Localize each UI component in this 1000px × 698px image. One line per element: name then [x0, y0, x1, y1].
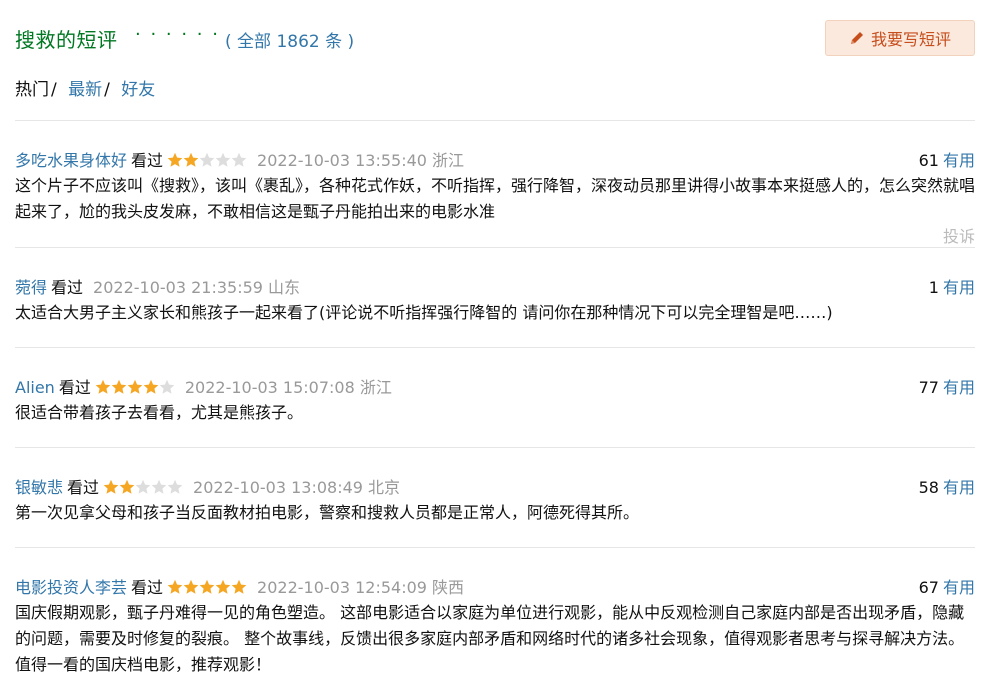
vote-count: 58 [918, 478, 939, 497]
star-filled-icon [231, 579, 247, 594]
useful-button[interactable]: 有用 [943, 578, 975, 597]
title-dots: · · · · · · [135, 24, 220, 45]
vote-count: 67 [918, 578, 939, 597]
tab-latest[interactable]: 最新 [68, 75, 102, 100]
comment-time: 2022-10-03 13:55:40 浙江 [257, 151, 465, 170]
comment-text: 国庆假期观影，甄子丹难得一见的角色塑造。 这部电影适合以家庭为单位进行观影，能从… [15, 603, 965, 674]
vote-box: 77 有用 [919, 374, 975, 398]
pencil-icon [850, 32, 863, 44]
star-filled-icon [119, 479, 135, 494]
star-filled-icon [199, 579, 215, 594]
comment-info: 菀得 看过 2022-10-03 21:35:59 山东 1 有用 [15, 274, 975, 300]
watch-status: 看过 [131, 578, 164, 597]
vote-box: 1 有用 [929, 274, 975, 298]
star-filled-icon [167, 152, 183, 167]
sort-tabs: 热门 / 最新 / 好友 [15, 75, 155, 100]
star-filled-icon [183, 579, 199, 594]
comment-info: Alien 看过 2022-10-03 15:07:08 浙江 77 有用 [15, 374, 975, 400]
comment-text: 第一次见拿父母和孩子当反面教材拍电影，警察和搜救人员都是正常人，阿德死得其所。 [15, 503, 640, 522]
comment-info: 银敏悲 看过 2022-10-03 13:08:49 北京 58 有用 [15, 474, 975, 500]
star-filled-icon [111, 379, 127, 394]
star-filled-icon [215, 579, 231, 594]
comment-user[interactable]: 银敏悲 [15, 478, 63, 497]
watch-status: 看过 [58, 378, 91, 397]
star-empty-icon [231, 152, 247, 167]
comment-info: 电影投资人李芸 看过 2022-10-03 12:54:09 陕西 67 有用 [15, 574, 975, 600]
watch-status: 看过 [131, 151, 164, 170]
star-empty-icon [215, 152, 231, 167]
star-filled-icon [95, 379, 111, 394]
comment-info: 多吃水果身体好 看过 2022-10-03 13:55:40 浙江 61 有用 [15, 147, 975, 173]
comment-item: Alien 看过 2022-10-03 15:07:08 浙江 77 有用 很适合带着… [15, 347, 975, 447]
useful-button[interactable]: 有用 [943, 278, 975, 297]
all-comments-link[interactable]: ( 全部 1862 条 ) [225, 27, 354, 52]
watch-status: 看过 [51, 278, 84, 297]
comment-user[interactable]: 多吃水果身体好 [15, 151, 127, 170]
comment-item: 多吃水果身体好 看过 2022-10-03 13:55:40 浙江 61 有用 这个片… [15, 120, 975, 247]
vote-box: 58 有用 [919, 474, 975, 498]
rating-stars [95, 379, 175, 395]
vote-box: 67 有用 [919, 574, 975, 598]
comment-time: 2022-10-03 21:35:59 山东 [93, 278, 301, 297]
comment-user[interactable]: Alien [15, 378, 55, 397]
star-empty-icon [199, 152, 215, 167]
useful-button[interactable]: 有用 [943, 151, 975, 170]
vote-count: 77 [918, 378, 939, 397]
star-empty-icon [135, 479, 151, 494]
comment-user[interactable]: 菀得 [15, 278, 47, 297]
comment-time: 2022-10-03 13:08:49 北京 [193, 478, 401, 497]
tab-hot[interactable]: 热门 [15, 75, 49, 100]
comment-time: 2022-10-03 15:07:08 浙江 [184, 378, 392, 397]
star-empty-icon [159, 379, 175, 394]
star-filled-icon [143, 379, 159, 394]
comment-item: 菀得 看过 2022-10-03 21:35:59 山东 1 有用 太适合大男子主义家… [15, 247, 975, 347]
star-empty-icon [167, 479, 183, 494]
comment-text: 太适合大男子主义家长和熊孩子一起来看了(评论说不听指挥强行降智的 请问你在那种情… [15, 303, 833, 322]
star-filled-icon [127, 379, 143, 394]
report-link[interactable]: 投诉 [943, 223, 975, 247]
comment-text: 这个片子不应该叫《搜救》，该叫《裹乱》，各种花式作妖，不听指挥，强行降智，深夜动… [15, 176, 976, 221]
tab-friends[interactable]: 好友 [121, 75, 155, 100]
useful-button[interactable]: 有用 [943, 478, 975, 497]
watch-status: 看过 [67, 478, 100, 497]
comment-text: 很适合带着孩子去看看，尤其是熊孩子。 [15, 403, 304, 422]
comment-time: 2022-10-03 12:54:09 陕西 [257, 578, 465, 597]
star-empty-icon [151, 479, 167, 494]
star-filled-icon [103, 479, 119, 494]
tab-separator: / [104, 80, 110, 100]
rating-stars [103, 479, 183, 495]
comment-user[interactable]: 电影投资人李芸 [15, 578, 127, 597]
star-filled-icon [183, 152, 199, 167]
useful-button[interactable]: 有用 [943, 378, 975, 397]
comment-list: 多吃水果身体好 看过 2022-10-03 13:55:40 浙江 61 有用 这个片… [15, 120, 975, 698]
comment-item: 电影投资人李芸 看过 2022-10-03 12:54:09 陕西 67 有用 国庆假… [15, 547, 975, 698]
vote-box: 61 有用 [919, 147, 975, 171]
comment-item: 银敏悲 看过 2022-10-03 13:08:49 北京 58 有用 第一次见拿父母… [15, 447, 975, 547]
write-comment-label: 我要写短评 [870, 30, 951, 49]
write-comment-button[interactable]: 我要写短评 [825, 20, 975, 56]
star-filled-icon [167, 579, 183, 594]
rating-stars [167, 579, 247, 595]
vote-count: 61 [918, 151, 939, 170]
section-header: 搜救的短评 · · · · · · ( 全部 1862 条 ) 我要写短评 [15, 20, 975, 58]
section-title: 搜救的短评 [15, 28, 118, 52]
tab-separator: / [51, 80, 57, 100]
rating-stars [167, 152, 247, 168]
vote-count: 1 [928, 278, 939, 297]
